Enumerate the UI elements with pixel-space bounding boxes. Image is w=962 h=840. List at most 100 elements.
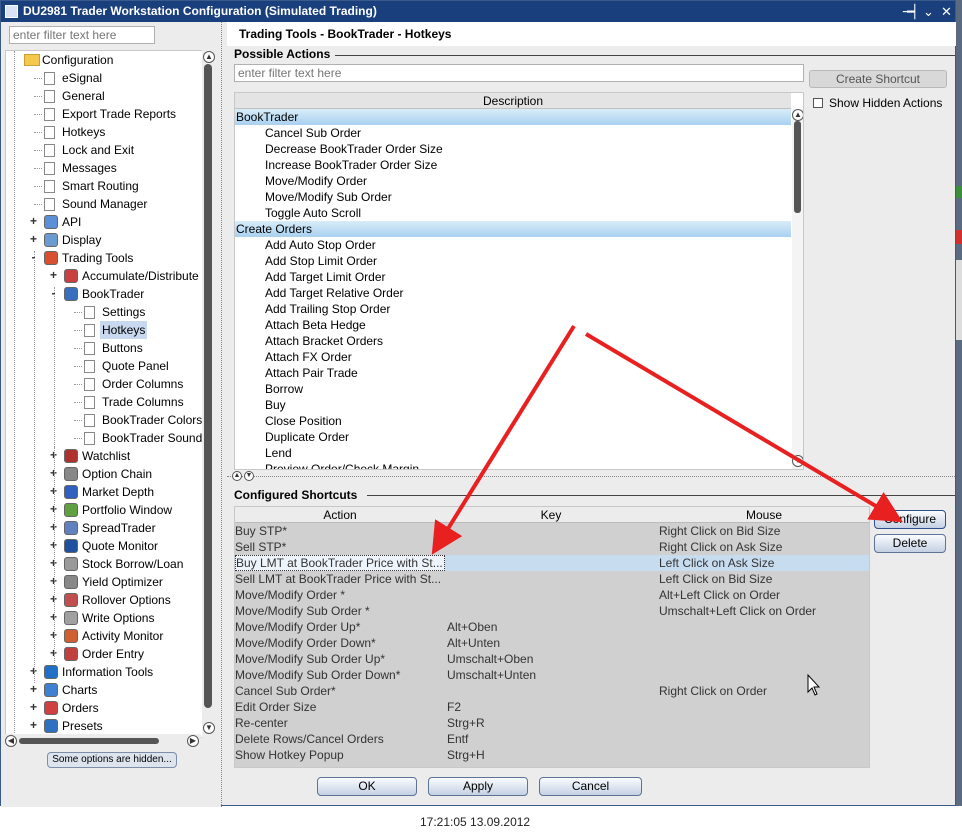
split-divider[interactable]: ▲ ▼ xyxy=(227,471,957,486)
shortcut-key: Alt+Oben xyxy=(447,620,498,634)
action-item[interactable]: Move/Modify Sub Order xyxy=(265,189,392,205)
scroll-down-icon[interactable]: ▼ xyxy=(792,455,803,467)
action-item[interactable]: Add Auto Stop Order xyxy=(265,237,376,253)
shortcut-mouse: Right Click on Ask Size xyxy=(659,540,783,554)
tree-connector xyxy=(34,204,42,205)
action-item[interactable]: Increase BookTrader Order Size xyxy=(265,157,437,173)
page-title: Trading Tools - BookTrader - Hotkeys xyxy=(227,22,957,46)
key-column-header[interactable]: Key xyxy=(445,507,657,523)
action-item[interactable]: Add Trailing Stop Order xyxy=(265,301,390,317)
scroll-up-icon[interactable]: ▲ xyxy=(203,51,215,63)
tree-node-label: Rollover Options xyxy=(82,593,171,607)
shortcut-row[interactable]: Cancel Sub Order* Right Click on Order xyxy=(235,683,869,699)
action-column-header[interactable]: Action xyxy=(235,507,445,523)
shortcut-row[interactable]: Sell LMT at BookTrader Price with St... L… xyxy=(235,571,869,587)
expand-down-icon[interactable]: ▼ xyxy=(244,471,254,481)
tree-node-label: BookTrader Sound M xyxy=(102,431,203,445)
action-item[interactable]: Lend xyxy=(265,445,292,461)
scroll-thumb[interactable] xyxy=(204,64,212,708)
shortcut-row[interactable]: Buy STP* Right Click on Bid Size xyxy=(235,523,869,539)
action-item[interactable]: Attach Pair Trade xyxy=(265,365,358,381)
shortcut-row[interactable]: Re-center Strg+R xyxy=(235,715,869,731)
scroll-up-icon[interactable]: ▲ xyxy=(792,109,803,121)
action-item[interactable]: Decrease BookTrader Order Size xyxy=(265,141,443,157)
action-item[interactable]: Add Target Limit Order xyxy=(265,269,386,285)
action-item[interactable]: Attach Beta Hedge xyxy=(265,317,366,333)
tree-node-label: Stock Borrow/Loan xyxy=(82,557,184,571)
tree-node-label: Write Options xyxy=(82,611,155,625)
shortcut-row[interactable]: Move/Modify Sub Order Up* Umschalt+Oben xyxy=(235,651,869,667)
tree-filter-input[interactable] xyxy=(9,26,155,44)
action-item[interactable]: Add Target Relative Order xyxy=(265,285,404,301)
shortcut-row[interactable]: Sell STP* Right Click on Ask Size xyxy=(235,539,869,555)
action-group-header[interactable]: Create Orders xyxy=(235,221,791,237)
shortcut-row[interactable]: Move/Modify Sub Order * Umschalt+Left Cli… xyxy=(235,603,869,619)
expand-icon[interactable]: + xyxy=(29,683,38,695)
shortcut-row[interactable]: Edit Order Size F2 xyxy=(235,699,869,715)
expand-icon[interactable]: + xyxy=(49,269,58,281)
configure-button[interactable]: Configure xyxy=(874,510,946,529)
expand-icon[interactable]: + xyxy=(29,701,38,713)
close-icon[interactable]: ✕ xyxy=(941,1,952,22)
collapse-icon[interactable]: ⌄ xyxy=(923,1,934,22)
action-item[interactable]: Cancel Sub Order xyxy=(265,125,361,141)
cancel-button[interactable]: Cancel xyxy=(539,777,642,796)
shortcut-row[interactable]: Move/Modify Order * Alt+Left Click on Ord… xyxy=(235,587,869,603)
tree-node-label: Activity Monitor xyxy=(82,629,164,643)
mouse-column-header[interactable]: Mouse xyxy=(657,507,869,523)
expand-up-icon[interactable]: ▲ xyxy=(232,471,242,481)
shortcut-action: Buy LMT at BookTrader Price with St... xyxy=(235,555,445,571)
order-entry-icon xyxy=(64,647,78,661)
create-shortcut-button[interactable]: Create Shortcut xyxy=(809,70,947,88)
tree-vertical-scrollbar[interactable]: ▲ ▼ xyxy=(202,50,216,738)
expand-icon[interactable]: + xyxy=(29,719,38,731)
title-bar[interactable]: DU2981 Trader Workstation Configuration … xyxy=(1,1,955,22)
action-item[interactable]: Add Stop Limit Order xyxy=(265,253,377,269)
description-column-header[interactable]: Description xyxy=(235,93,791,109)
tree-connector xyxy=(34,251,35,683)
shortcut-row[interactable]: Delete Rows/Cancel Orders Entf xyxy=(235,731,869,747)
panel-splitter[interactable] xyxy=(221,22,224,807)
action-group-header[interactable]: BookTrader xyxy=(235,109,791,125)
shortcut-row[interactable]: Move/Modify Order Up* Alt+Oben xyxy=(235,619,869,635)
action-item[interactable]: Attach Bracket Orders xyxy=(265,333,383,349)
scroll-left-icon[interactable]: ◀ xyxy=(5,735,17,747)
action-item[interactable]: Close Position xyxy=(265,413,342,429)
shortcut-row[interactable]: Show Hotkey Popup Strg+H xyxy=(235,747,869,763)
expand-icon[interactable]: + xyxy=(29,233,38,245)
delete-button[interactable]: Delete xyxy=(874,534,946,553)
shortcut-row[interactable]: Move/Modify Order Down* Alt+Unten xyxy=(235,635,869,651)
scroll-down-icon[interactable]: ▼ xyxy=(203,722,215,734)
scroll-thumb[interactable] xyxy=(794,121,801,213)
actions-filter-input[interactable] xyxy=(234,64,804,82)
actions-vertical-scrollbar[interactable]: ▲ ▼ xyxy=(792,109,803,469)
pin-icon[interactable]: ╼┥ xyxy=(903,1,919,22)
tree-connector xyxy=(34,96,42,97)
shortcut-mouse: Right Click on Bid Size xyxy=(659,524,781,538)
document-icon xyxy=(84,360,95,373)
tree-horizontal-scrollbar[interactable]: ◀ ▶ xyxy=(5,734,201,748)
action-item[interactable]: Duplicate Order xyxy=(265,429,349,445)
checkbox-icon[interactable] xyxy=(813,98,823,108)
hidden-options-button[interactable]: Some options are hidden... xyxy=(47,752,177,768)
shortcut-row[interactable]: Buy LMT at BookTrader Price with St... Le… xyxy=(235,555,869,571)
shortcut-row[interactable]: Move/Modify Sub Order Down* Umschalt+Unte… xyxy=(235,667,869,683)
scroll-right-icon[interactable]: ▶ xyxy=(187,735,199,747)
shortcut-action: Move/Modify Order Down* xyxy=(235,636,376,650)
action-item[interactable]: Toggle Auto Scroll xyxy=(265,205,361,221)
ok-button[interactable]: OK xyxy=(317,777,417,796)
quote-monitor-icon xyxy=(64,539,78,553)
action-item[interactable]: Borrow xyxy=(265,381,303,397)
tree-connector xyxy=(74,384,82,385)
scroll-thumb[interactable] xyxy=(19,738,159,744)
action-item[interactable]: Move/Modify Order xyxy=(265,173,367,189)
tree-node-label: Hotkeys xyxy=(100,321,148,339)
api-icon xyxy=(44,215,58,229)
action-item[interactable]: Buy xyxy=(265,397,286,413)
tree-node-label: Lock and Exit xyxy=(62,143,135,157)
expand-icon[interactable]: + xyxy=(29,215,38,227)
action-item[interactable]: Preview Order/Check Margin xyxy=(265,461,419,469)
action-item[interactable]: Attach FX Order xyxy=(265,349,352,365)
apply-button[interactable]: Apply xyxy=(428,777,528,796)
document-icon xyxy=(44,90,55,103)
